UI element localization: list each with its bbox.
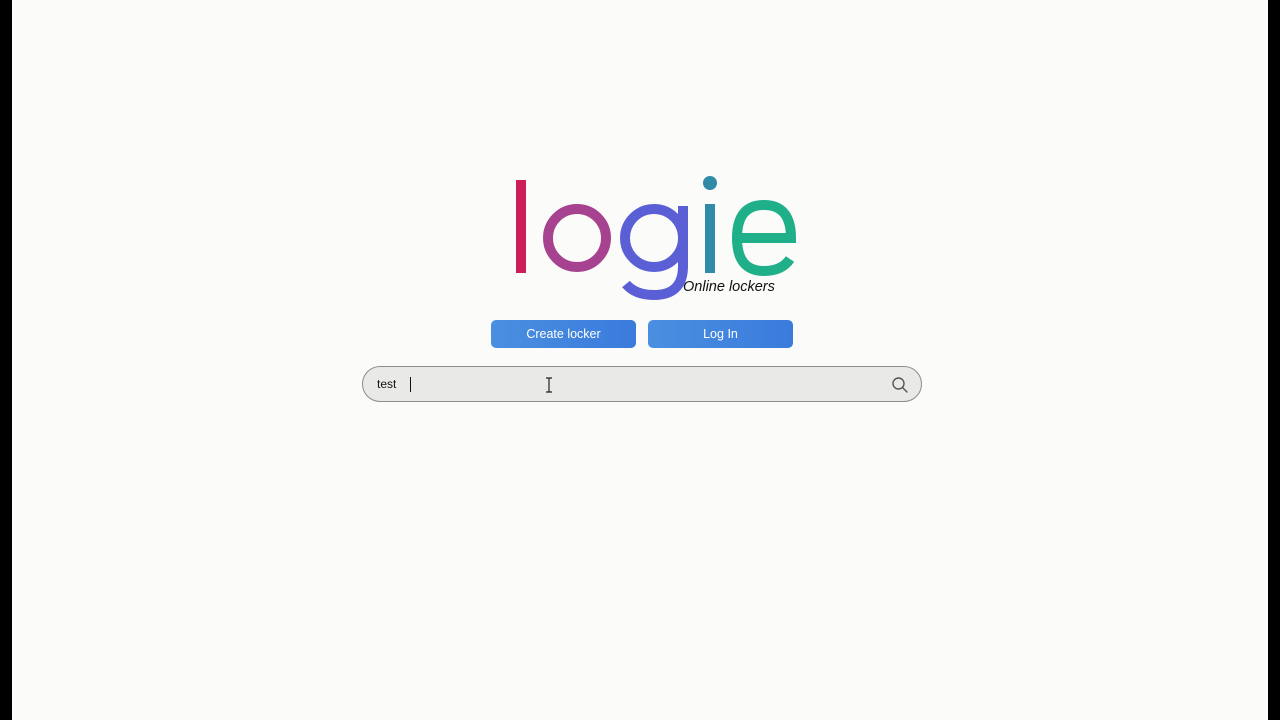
- logo-letter-g: [620, 204, 688, 301]
- page: Online lockers Create locker Log In: [12, 0, 1268, 720]
- logo-letter-l: [516, 180, 526, 273]
- text-caret: [410, 377, 411, 392]
- logo-letter-e: [731, 199, 797, 277]
- search-icon[interactable]: [891, 376, 909, 394]
- create-locker-button[interactable]: Create locker: [491, 320, 636, 348]
- tagline: Online lockers: [683, 279, 775, 295]
- text-cursor-icon: [546, 377, 552, 393]
- log-in-button[interactable]: Log In: [648, 320, 793, 348]
- logo-letter-i: [703, 176, 717, 273]
- search-bar[interactable]: [362, 366, 922, 402]
- logo-letter-o: [543, 204, 611, 272]
- search-input[interactable]: [377, 367, 877, 401]
